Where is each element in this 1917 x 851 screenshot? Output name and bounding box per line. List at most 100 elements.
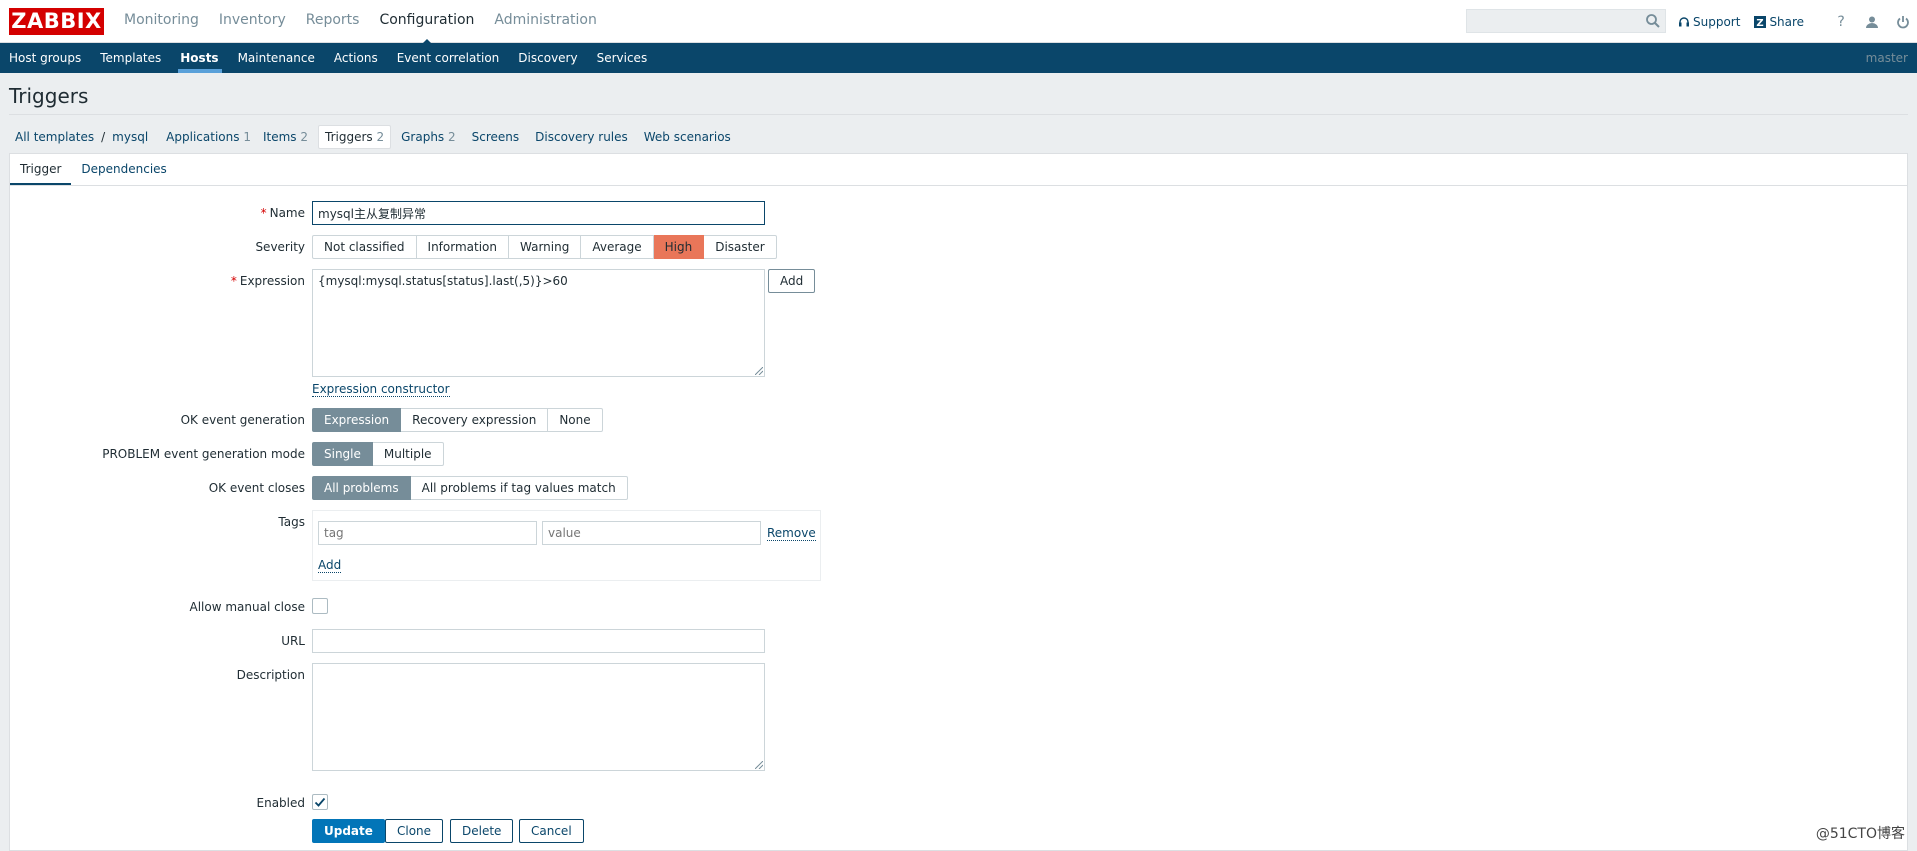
name-label: * Name [261,206,305,220]
allow-manual-close-checkbox[interactable] [312,598,328,614]
trigger-form-panel: Trigger Dependencies *Name Severity Not … [9,153,1908,851]
breadcrumb-template[interactable]: mysql [106,126,154,148]
support-label: Support [1693,14,1741,29]
enabled-checkbox[interactable] [312,794,328,810]
tag-remove-link[interactable]: Remove [767,526,816,541]
resize-handle-icon[interactable] [755,367,763,375]
tab-trigger[interactable]: Trigger [10,154,72,185]
menu-inventory[interactable]: Inventory [209,0,296,43]
tag-add-link[interactable]: Add [318,558,342,573]
share-label: Share [1769,14,1805,29]
watermark: @51CTO博客 [1815,826,1905,842]
page-title: Triggers [9,84,89,108]
url-input[interactable] [312,629,765,653]
severity-label: Severity [255,240,305,254]
share-logo-icon: Z [1754,15,1767,28]
main-menu: Monitoring Inventory Reports Configurati… [114,0,607,45]
severity-not-classified[interactable]: Not classified [312,235,417,259]
severity-selector: Not classified Information Warning Avera… [312,235,777,259]
expression-label-text: Expression [239,274,305,288]
required-asterisk: * [230,274,237,288]
problem-mode-single[interactable]: Single [312,442,373,466]
resize-handle-icon[interactable] [755,761,763,769]
sign-out-icon[interactable] [1895,14,1911,30]
submenu-actions[interactable]: Actions [325,43,388,73]
url-label: URL [281,634,305,648]
ok-closes-tag-match[interactable]: All problems if tag values match [410,476,628,500]
nav-items-count: 2 [300,130,308,144]
ok-generation-none[interactable]: None [548,408,603,432]
submenu-templates[interactable]: Templates [91,43,171,73]
ok-closes-all-problems[interactable]: All problems [312,476,411,500]
severity-average[interactable]: Average [581,235,654,259]
expression-constructor-link[interactable]: Expression constructor [312,382,450,397]
nav-triggers-count: 2 [376,130,385,144]
server-name: master [1865,51,1908,65]
ok-event-generation-selector: Expression Recovery expression None [312,408,603,432]
nav-graphs-count: 2 [448,130,456,144]
checkmark-icon [314,797,326,807]
allow-manual-close-label: Allow manual close [189,600,305,614]
menu-reports[interactable]: Reports [296,0,370,43]
submenu-discovery[interactable]: Discovery [509,43,587,73]
cancel-button[interactable]: Cancel [519,819,584,843]
nav-triggers[interactable]: Triggers 2 [318,125,392,149]
user-profile-icon[interactable] [1864,14,1880,30]
title-divider [9,114,1908,115]
nav-applications-count: 1 [243,130,251,144]
update-button[interactable]: Update [312,819,385,843]
tag-name-input[interactable] [318,521,537,545]
clone-button[interactable]: Clone [385,819,444,843]
share-link[interactable]: Z Share [1754,15,1804,29]
nav-items[interactable]: Items 2 [257,126,314,148]
search-box [1466,9,1666,33]
problem-mode-multiple[interactable]: Multiple [372,442,444,466]
submenu-maintenance[interactable]: Maintenance [229,43,325,73]
name-input[interactable] [312,201,765,225]
expression-textarea[interactable]: {mysql:mysql.status[status].last(,5)}>60 [312,269,765,377]
zabbix-logo[interactable]: ZABBIX [9,8,104,35]
nav-discovery-rules[interactable]: Discovery rules [529,126,634,148]
nav-applications[interactable]: Applications 1 [160,126,257,148]
description-label: Description [236,668,305,682]
ok-event-generation-label: OK event generation [180,413,305,427]
required-asterisk: * [260,206,267,220]
tab-dependencies[interactable]: Dependencies [71,154,176,185]
submenu-event-correlation[interactable]: Event correlation [388,43,510,73]
search-input[interactable] [1467,10,1639,32]
menu-configuration[interactable]: Configuration [369,0,484,45]
breadcrumb-all-templates[interactable]: All templates [9,126,100,148]
expression-label: * Expression [231,274,305,288]
menu-monitoring[interactable]: Monitoring [114,0,209,43]
ok-generation-recovery-expression[interactable]: Recovery expression [401,408,549,432]
headset-icon [1679,16,1689,26]
severity-disaster[interactable]: Disaster [704,235,777,259]
search-icon[interactable] [1645,13,1661,29]
severity-high[interactable]: High [653,235,705,259]
menu-administration[interactable]: Administration [484,0,606,43]
nav-applications-label: Applications [166,130,240,144]
severity-warning[interactable]: Warning [509,235,582,259]
tag-value-input[interactable] [542,521,761,545]
severity-information[interactable]: Information [416,235,509,259]
nav-screens[interactable]: Screens [466,126,526,148]
nav-graphs[interactable]: Graphs 2 [395,126,462,148]
submenu-host-groups[interactable]: Host groups [0,43,91,73]
enabled-label: Enabled [256,796,306,810]
help-icon[interactable]: ? [1833,14,1849,30]
tags-table: Remove Add [312,510,821,581]
nav-web-scenarios[interactable]: Web scenarios [638,126,737,148]
submenu-hosts[interactable]: Hosts [171,43,228,73]
problem-mode-label: PROBLEM event generation mode [102,447,305,461]
submenu-services[interactable]: Services [588,43,658,73]
delete-button[interactable]: Delete [450,819,514,843]
sub-menu: Host groups Templates Hosts Maintenance … [0,43,1917,73]
ok-generation-expression[interactable]: Expression [312,408,402,432]
support-link[interactable]: Support [1678,15,1740,29]
top-right-tools: Support Z Share ? [1678,0,1911,43]
form-tabs: Trigger Dependencies [10,154,1907,186]
nav-items-label: Items [262,130,297,144]
breadcrumb: All templates / mysql Applications 1 Ite… [9,125,737,149]
expression-add-button[interactable]: Add [768,269,816,293]
description-textarea[interactable] [312,663,765,771]
